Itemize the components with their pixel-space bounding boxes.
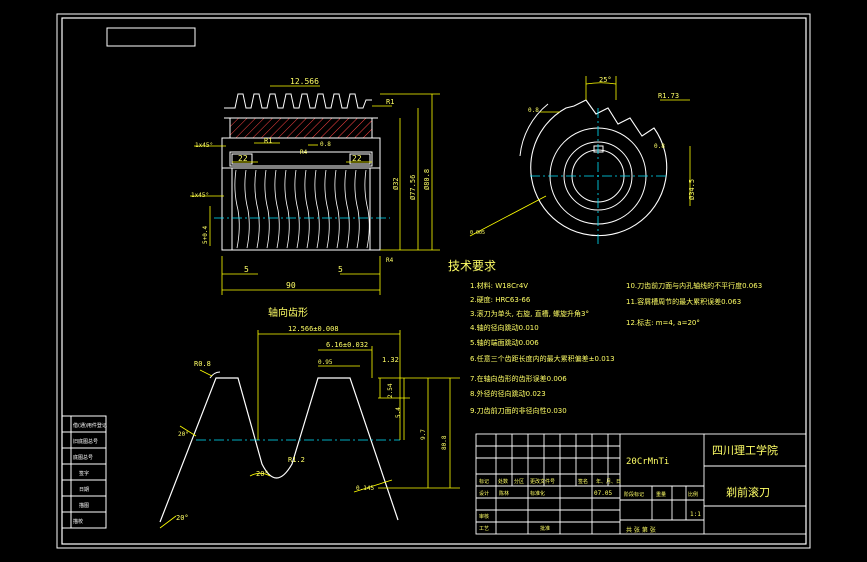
- dia-32: Ø32: [392, 177, 400, 190]
- code-box: [106, 27, 196, 47]
- tb-col-2: 分区: [514, 478, 524, 485]
- side-label-3: 签字: [79, 470, 89, 477]
- tb-std: 标准化: [530, 490, 545, 497]
- len-22-left: 22: [238, 154, 248, 163]
- keyway: [593, 145, 604, 153]
- hob-section-hatch: [229, 117, 373, 139]
- len-90: 90: [286, 281, 296, 290]
- tb-date: 07.05: [594, 490, 612, 497]
- school-label: 四川理工学院: [712, 443, 778, 457]
- tb-col-0: 标记: [479, 478, 489, 485]
- tb-col-1: 处数: [498, 478, 508, 485]
- side-label-6: 描校: [73, 518, 83, 525]
- r1-label-top: R1: [386, 98, 394, 106]
- tech-item-10: 10.刀齿前刀面与内孔轴线的不平行度0.063: [626, 281, 762, 290]
- dia-80: Ø80.8: [423, 169, 431, 190]
- tb-process: 工艺: [479, 526, 489, 532]
- len-22-right: 22: [352, 154, 362, 163]
- profile-a3: 9.7: [420, 429, 427, 440]
- dia-77: Ø77.56: [409, 175, 417, 200]
- drawing-sheet: 借(通)用件登记 旧底图总号 底图总号 签字 日期 描图 描校 12.566 1…: [56, 13, 811, 549]
- tech-item-1: 1.材料: W18Cr4V: [470, 281, 528, 290]
- tb-weight: 重量: [656, 491, 666, 498]
- tb-design: 设计: [479, 490, 489, 497]
- val-08: 0.8: [320, 141, 331, 148]
- side-dim-lines: [469, 76, 691, 237]
- profile-a2: 5.4: [395, 407, 402, 418]
- tb-stage: 阶段标记: [624, 491, 644, 498]
- part-name-label: 剃前滚刀: [726, 485, 770, 499]
- chamfer-label-1: 1x45°: [195, 142, 213, 149]
- r-173: R1.73: [658, 92, 679, 100]
- profile-flank: 0.145: [356, 485, 374, 492]
- side-label-2: 底图总号: [73, 454, 93, 461]
- rad-r4-bottom: R4: [386, 257, 394, 264]
- side-g: 0.005: [470, 230, 485, 236]
- tech-title: 技术要求: [448, 259, 496, 273]
- tech-item-8: 8.外径的径向跳动0.023: [470, 389, 546, 398]
- tech-item-6: 6.任意三个齿距长度内的最大累积偏差±0.013: [470, 354, 615, 363]
- tooth-profile-curve: [159, 377, 399, 523]
- flute-lines: [234, 169, 370, 249]
- tech-item-2: 2.硬度: HRC63-66: [470, 295, 531, 304]
- tb-ratio: 比例: [688, 491, 698, 498]
- cad-viewport[interactable]: 借(通)用件登记 旧底图总号 底图总号 签字 日期 描图 描校 12.566 1…: [0, 0, 867, 562]
- tb-approve: 批准: [540, 525, 550, 532]
- rad-r4: R4: [300, 149, 308, 156]
- side-label-0: 借(通)用件登记: [73, 422, 107, 429]
- tb-col-4: 签名: [578, 478, 588, 485]
- angle-25: 25°: [599, 76, 612, 84]
- side-label-5: 描图: [79, 502, 89, 509]
- side-label-1: 旧底图总号: [73, 438, 98, 445]
- tech-item-3: 3.滚刀为单头, 右旋, 直槽, 螺旋升角3°: [470, 309, 589, 318]
- scale-label: 1:1: [690, 511, 701, 518]
- chamfer-label-2: 1x45°: [191, 192, 209, 199]
- len-5-right: 5: [338, 265, 343, 274]
- tech-item-4: 4.轴的径向跳动0.010: [470, 323, 539, 332]
- profile-angle: 20°: [256, 470, 269, 478]
- side-label-4: 日期: [79, 487, 89, 493]
- side-small-08b: 0.8: [654, 143, 665, 150]
- tb-design-name: 陈林: [499, 490, 509, 497]
- hob-side-view: 25° R1.73 Ø34.5 0.8 0.8 0.005: [469, 76, 696, 244]
- tol-label: 5+0.4: [202, 226, 209, 244]
- tech-item-12: 12.标志: m=4, a=20°: [626, 318, 700, 327]
- hob-front-view: 12.566 1x45° 1x45° 22 22 5 5 90 R1 R1 0.…: [190, 77, 440, 295]
- dia-345: Ø34.5: [688, 179, 696, 200]
- inner-frame: [61, 17, 807, 545]
- profile-r1: R0.8: [194, 360, 211, 368]
- tech-item-11: 11.容屑槽周节的最大累积误差0.063: [626, 297, 741, 306]
- tb-review: 审核: [479, 513, 489, 520]
- tb-col-5: 年、月、日: [596, 478, 621, 485]
- profile-s: 6.16±0.032: [326, 341, 368, 349]
- left-side-table: 借(通)用件登记 旧底图总号 底图总号 签字 日期 描图 描校: [61, 415, 107, 529]
- profile-r2: R1.2: [288, 456, 305, 464]
- profile-h1: 1.32: [382, 356, 399, 364]
- profile-a1: 2.54: [387, 383, 394, 398]
- profile-a4: 80.8: [441, 435, 448, 450]
- r1-label: R1: [264, 137, 272, 145]
- tech-item-7: 7.在轴向齿形的齿形误差0.006: [470, 374, 567, 383]
- len-5-left: 5: [244, 265, 249, 274]
- profile-pitch: 12.566±0.008: [288, 325, 339, 333]
- profile-title: 轴向齿形: [268, 306, 308, 319]
- profile-h2: 0.95: [318, 359, 333, 366]
- side-small-08: 0.8: [528, 107, 539, 114]
- profile-angle-3: 20°: [178, 431, 189, 438]
- technical-requirements: 技术要求 1.材料: W18Cr4V 2.硬度: HRC63-66 3.滚刀为单…: [448, 259, 762, 415]
- tech-item-5: 5.轴的端面跳动0.006: [470, 338, 539, 347]
- axial-tooth-profile: 轴向齿形 12.566±0.008 6.16±0.032 1.32 0.95 2…: [159, 306, 460, 529]
- tb-col-3: 更改文件号: [530, 478, 555, 485]
- material-label: 20CrMnTi: [626, 457, 669, 467]
- profile-angle-2: 20°: [176, 514, 189, 522]
- hob-teeth: [230, 93, 372, 109]
- sheets-label: 共 张 第 张: [626, 526, 656, 534]
- pitch-label: 12.566: [290, 77, 319, 86]
- tech-item-9: 9.刀齿前刀面的非径向性0.030: [470, 406, 567, 415]
